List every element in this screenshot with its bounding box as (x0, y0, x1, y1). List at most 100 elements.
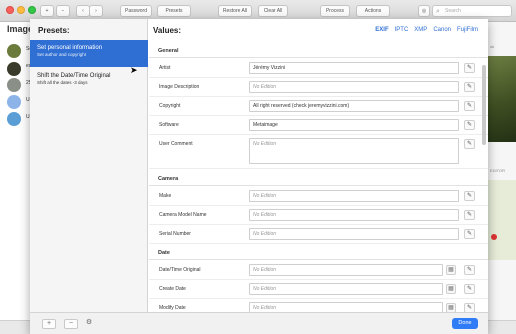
edit-pen-icon[interactable]: ✎ (464, 191, 475, 201)
edit-pen-icon[interactable]: ✎ (464, 82, 475, 92)
info-button[interactable]: ◎ (418, 5, 430, 17)
serial-number-field[interactable]: No Edition (249, 228, 459, 240)
add-preset-button[interactable]: + (42, 319, 56, 329)
edit-pen-icon[interactable]: ✎ (464, 265, 475, 275)
field-label: Make (159, 193, 172, 199)
edit-pen-icon[interactable]: ✎ (464, 210, 475, 220)
tab-iptc[interactable]: IPTC (395, 27, 409, 33)
edit-pen-icon[interactable]: ✎ (464, 63, 475, 73)
inspector-label: EDITOR (490, 168, 506, 173)
copyright-field[interactable]: All right reserved (check jeremyvizzini.… (249, 100, 459, 112)
field-label: Image Description (159, 84, 200, 90)
location-map[interactable] (486, 180, 516, 260)
field-row-camera-model: Camera Model Name No Edition ✎ (149, 206, 488, 225)
field-label: Modify Date (159, 305, 186, 311)
search-input[interactable]: ⌕ Search (432, 5, 512, 17)
presets-sheet: Presets: Set personal information Set au… (30, 19, 488, 334)
chevron-right-icon: › (95, 8, 97, 14)
inspector-label: ok (490, 44, 495, 49)
field-row-make: Make No Edition ✎ (149, 187, 488, 206)
field-label: Copyright (159, 103, 181, 109)
info-icon: ◎ (421, 8, 427, 14)
presets-title: Presets: (38, 26, 70, 35)
user-comment-field[interactable]: No Edition (249, 138, 459, 164)
zoom-window-button[interactable] (28, 6, 36, 14)
calendar-icon[interactable]: ▦ (446, 303, 456, 312)
tab-fujifilm[interactable]: FujiFilm (457, 27, 478, 33)
edit-pen-icon[interactable]: ✎ (464, 120, 475, 130)
minus-icon: − (61, 8, 65, 14)
preview-photo (486, 56, 516, 142)
presets-button[interactable]: Presets (157, 5, 191, 17)
field-row-software: Software Metaimage ✎ (149, 116, 488, 135)
presets-panel: Presets: Set personal information Set au… (30, 19, 148, 312)
edit-pen-icon[interactable]: ✎ (464, 229, 475, 239)
field-row-date-time-original: Date/Time Original No Edition ▦ ✎ (149, 261, 488, 280)
calendar-icon[interactable]: ▦ (446, 284, 456, 294)
field-label: User Comment (159, 141, 193, 147)
field-row-create-date: Create Date No Edition ▦ ✎ (149, 280, 488, 299)
section-header-general: General (149, 44, 488, 58)
restore-all-button[interactable]: Restore All (218, 5, 252, 17)
values-scrollbar[interactable] (482, 65, 486, 145)
sheet-footer: + − ⚙ Done (30, 312, 488, 334)
preset-subtitle: Set author and copyright (37, 52, 87, 57)
image-thumbnail[interactable] (7, 44, 21, 58)
mouse-cursor-icon: ➤ (130, 65, 138, 75)
toolbar-sidebar-button[interactable]: + (40, 5, 54, 17)
artist-field[interactable]: Jérémy Vizzini (249, 62, 459, 74)
preset-title: Shift the Date/Time Original (37, 73, 111, 79)
back-button[interactable]: ‹ (76, 5, 90, 17)
image-thumbnail[interactable] (7, 95, 21, 109)
password-button[interactable]: Password (120, 5, 152, 17)
field-row-artist: Artist Jérémy Vizzini ✎ (149, 59, 488, 78)
close-window-button[interactable] (6, 6, 14, 14)
field-row-serial-number: Serial Number No Edition ✎ (149, 225, 488, 244)
image-thumbnail[interactable] (7, 62, 21, 76)
field-label: Camera Model Name (159, 212, 207, 218)
modify-date-field[interactable]: No Edition (249, 302, 443, 312)
tab-xmp[interactable]: XMP (414, 27, 427, 33)
actions-button[interactable]: Actions (356, 5, 390, 17)
plus-icon: + (45, 8, 49, 14)
section-header-camera: Camera (149, 172, 488, 186)
edit-pen-icon[interactable]: ✎ (464, 101, 475, 111)
field-label: Create Date (159, 286, 186, 292)
camera-model-field[interactable]: No Edition (249, 209, 459, 221)
toolbar-minus-button[interactable]: − (56, 5, 70, 17)
preset-settings-button[interactable]: ⚙ (82, 319, 96, 329)
section-header-date: Date (149, 246, 488, 260)
create-date-field[interactable]: No Edition (249, 283, 443, 295)
field-label: Date/Time Original (159, 267, 201, 273)
metadata-tabs: EXIF IPTC XMP Canon FujiFilm (375, 27, 478, 33)
image-description-field[interactable]: No Edition (249, 81, 459, 93)
search-placeholder: Search (445, 8, 461, 14)
preset-subtitle: Shift all the dates -3 days (37, 80, 88, 85)
image-thumbnail[interactable] (7, 78, 21, 92)
remove-preset-button[interactable]: − (64, 319, 78, 329)
preset-item[interactable]: Set personal information Set author and … (30, 40, 148, 67)
date-time-original-field[interactable]: No Edition (249, 264, 443, 276)
values-list[interactable]: General Artist Jérémy Vizzini ✎ Image De… (149, 41, 488, 312)
edit-pen-icon[interactable]: ✎ (464, 284, 475, 294)
edit-pen-icon[interactable]: ✎ (464, 303, 475, 312)
tab-exif[interactable]: EXIF (375, 27, 388, 33)
minimize-window-button[interactable] (17, 6, 25, 14)
edit-pen-icon[interactable]: ✎ (464, 139, 475, 149)
app-window: + − ‹ › Password Presets Restore All Cle… (0, 0, 516, 334)
forward-button[interactable]: › (89, 5, 103, 17)
software-field[interactable]: Metaimage (249, 119, 459, 131)
process-button[interactable]: Process (320, 5, 350, 17)
preset-title: Set personal information (37, 45, 103, 51)
field-label: Artist (159, 65, 171, 71)
field-row-user-comment: User Comment No Edition ✎ (149, 135, 488, 169)
calendar-icon[interactable]: ▦ (446, 265, 456, 275)
gear-icon: ⚙ (85, 319, 93, 326)
clear-all-button[interactable]: Clear All (258, 5, 288, 17)
image-thumbnail[interactable] (7, 112, 21, 126)
done-button[interactable]: Done (452, 318, 478, 329)
field-row-modify-date: Modify Date No Edition ▦ ✎ (149, 299, 488, 312)
map-pin-icon (491, 234, 497, 240)
make-field[interactable]: No Edition (249, 190, 459, 202)
tab-canon[interactable]: Canon (433, 27, 451, 33)
